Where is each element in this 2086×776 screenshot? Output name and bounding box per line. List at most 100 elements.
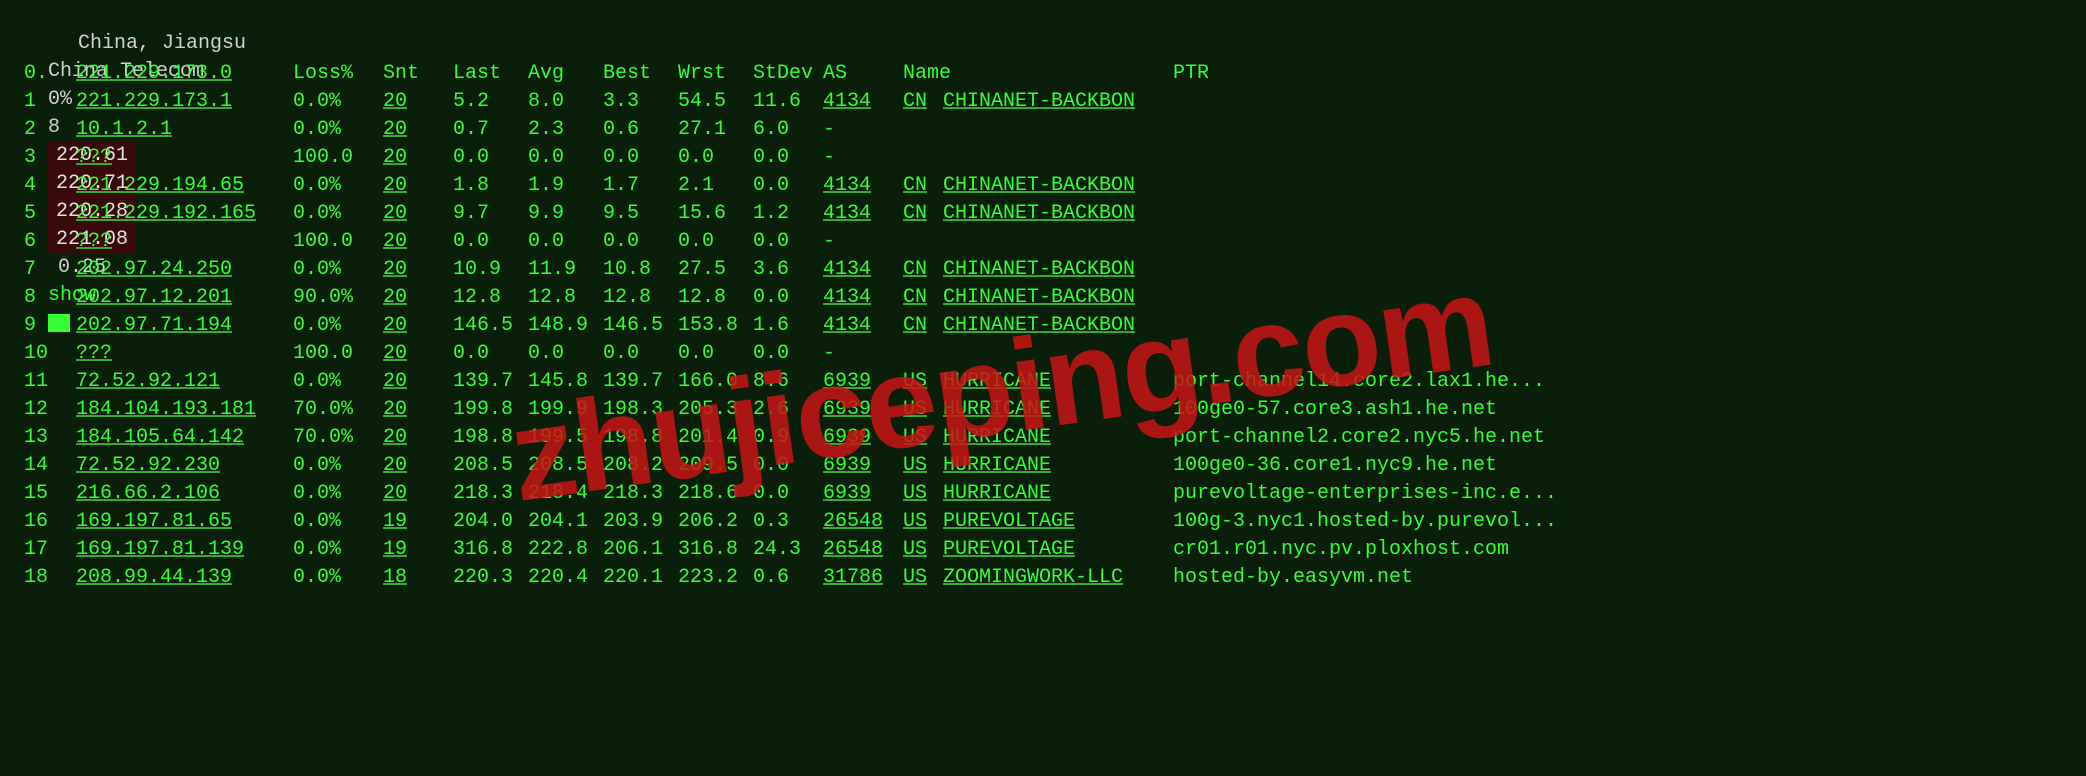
hop-loss: 0.0% [293, 452, 383, 480]
hop-asn[interactable]: 26548 [823, 508, 903, 536]
hop-stdev: 0.0 [753, 228, 823, 256]
header-avg: Avg [528, 60, 603, 88]
hop-snt: 20 [383, 452, 453, 480]
hop-number: 10 [24, 340, 76, 368]
header-ip[interactable]: 221.229.173.0 [76, 60, 293, 88]
hop-ip[interactable]: 202.97.24.250 [76, 256, 293, 284]
hop-wrst: 27.1 [678, 116, 753, 144]
hop-stdev: 0.0 [753, 284, 823, 312]
hop-asn[interactable]: 4134 [823, 284, 903, 312]
hop-ip[interactable]: 72.52.92.121 [76, 368, 293, 396]
hop-ip[interactable]: 72.52.92.230 [76, 452, 293, 480]
hop-best: 0.0 [603, 340, 678, 368]
hop-ip[interactable]: 169.197.81.65 [76, 508, 293, 536]
hop-number: 1 [24, 88, 76, 116]
table-row: 9202.97.71.1940.0%20146.5148.9146.5153.8… [24, 312, 1557, 340]
hop-ptr: hosted-by.easyvm.net [1173, 564, 1413, 592]
hop-loss: 0.0% [293, 564, 383, 592]
hop-asname: CHINANET-BACKBON [943, 284, 1173, 312]
hop-asn[interactable]: 4134 [823, 256, 903, 284]
hop-loss: 0.0% [293, 508, 383, 536]
hop-ip[interactable]: 184.104.193.181 [76, 396, 293, 424]
hop-asname: ZOOMINGWORK-LLC [943, 564, 1173, 592]
hop-last: 139.7 [453, 368, 528, 396]
hop-ip[interactable]: 208.99.44.139 [76, 564, 293, 592]
hop-asn: - [823, 228, 903, 256]
header-best: Best [603, 60, 678, 88]
hop-ip[interactable]: ??? [76, 144, 293, 172]
hop-number: 7 [24, 256, 76, 284]
hop-wrst: 166.0 [678, 368, 753, 396]
hop-asn[interactable]: 4134 [823, 172, 903, 200]
hop-wrst: 205.3 [678, 396, 753, 424]
hop-last: 12.8 [453, 284, 528, 312]
hop-last: 0.0 [453, 144, 528, 172]
table-row: 13184.105.64.14270.0%20198.8199.5198.820… [24, 424, 1557, 452]
hop-asn[interactable]: 6939 [823, 424, 903, 452]
hop-number: 11 [24, 368, 76, 396]
hop-snt: 20 [383, 396, 453, 424]
hop-wrst: 0.0 [678, 144, 753, 172]
hop-stdev: 0.0 [753, 172, 823, 200]
hop-asname: PUREVOLTAGE [943, 536, 1173, 564]
hop-stdev: 0.0 [753, 144, 823, 172]
hop-stdev: 11.6 [753, 88, 823, 116]
hop-snt: 20 [383, 228, 453, 256]
hop-ip[interactable]: 202.97.12.201 [76, 284, 293, 312]
hop-ip[interactable]: 169.197.81.139 [76, 536, 293, 564]
hop-last: 220.3 [453, 564, 528, 592]
hop-wrst: 15.6 [678, 200, 753, 228]
hop-country: CN [903, 256, 943, 284]
hop-asn[interactable]: 31786 [823, 564, 903, 592]
hop-stdev: 24.3 [753, 536, 823, 564]
hop-best: 146.5 [603, 312, 678, 340]
hop-best: 198.8 [603, 424, 678, 452]
hop-loss: 0.0% [293, 368, 383, 396]
hop-number: 5 [24, 200, 76, 228]
hop-asn[interactable]: 6939 [823, 396, 903, 424]
hop-ip[interactable]: 221.229.173.1 [76, 88, 293, 116]
hop-asn[interactable]: 4134 [823, 200, 903, 228]
table-row: 1472.52.92.2300.0%20208.5208.5208.2209.5… [24, 452, 1557, 480]
hop-stdev: 0.0 [753, 452, 823, 480]
header-wrst: Wrst [678, 60, 753, 88]
hop-asn[interactable]: 6939 [823, 368, 903, 396]
hop-loss: 0.0% [293, 480, 383, 508]
hop-asn[interactable]: 4134 [823, 312, 903, 340]
hop-ip[interactable]: 184.105.64.142 [76, 424, 293, 452]
hop-best: 10.8 [603, 256, 678, 284]
hop-ip[interactable]: ??? [76, 228, 293, 256]
hop-ip[interactable]: 10.1.2.1 [76, 116, 293, 144]
hop-ip[interactable]: 221.229.194.65 [76, 172, 293, 200]
hop-asname: CHINANET-BACKBON [943, 312, 1173, 340]
hop-snt: 20 [383, 312, 453, 340]
hop-asname: CHINANET-BACKBON [943, 200, 1173, 228]
hop-country: US [903, 564, 943, 592]
hop-best: 208.2 [603, 452, 678, 480]
hop-avg: 199.9 [528, 396, 603, 424]
table-row: 17169.197.81.1390.0%19316.8222.8206.1316… [24, 536, 1557, 564]
hop-stdev: 0.0 [753, 340, 823, 368]
hop-ip[interactable]: ??? [76, 340, 293, 368]
hop-ip[interactable]: 202.97.71.194 [76, 312, 293, 340]
hop-asn[interactable]: 6939 [823, 480, 903, 508]
hop-last: 0.7 [453, 116, 528, 144]
hop-stdev: 3.6 [753, 256, 823, 284]
hop-ip[interactable]: 216.66.2.106 [76, 480, 293, 508]
hop-ip[interactable]: 221.229.192.165 [76, 200, 293, 228]
hop-asn[interactable]: 26548 [823, 536, 903, 564]
hop-best: 206.1 [603, 536, 678, 564]
table-row: 10???100.0200.00.00.00.00.0- [24, 340, 1557, 368]
hop-snt: 20 [383, 172, 453, 200]
hop-asn[interactable]: 4134 [823, 88, 903, 116]
hop-best: 220.1 [603, 564, 678, 592]
hop-avg: 8.0 [528, 88, 603, 116]
hop-asname: HURRICANE [943, 368, 1173, 396]
hop-asn[interactable]: 6939 [823, 452, 903, 480]
hop-loss: 90.0% [293, 284, 383, 312]
hop-country: US [903, 396, 943, 424]
hop-stdev: 8.6 [753, 368, 823, 396]
table-row: 16169.197.81.650.0%19204.0204.1203.9206.… [24, 508, 1557, 536]
hop-avg: 145.8 [528, 368, 603, 396]
hop-best: 9.5 [603, 200, 678, 228]
